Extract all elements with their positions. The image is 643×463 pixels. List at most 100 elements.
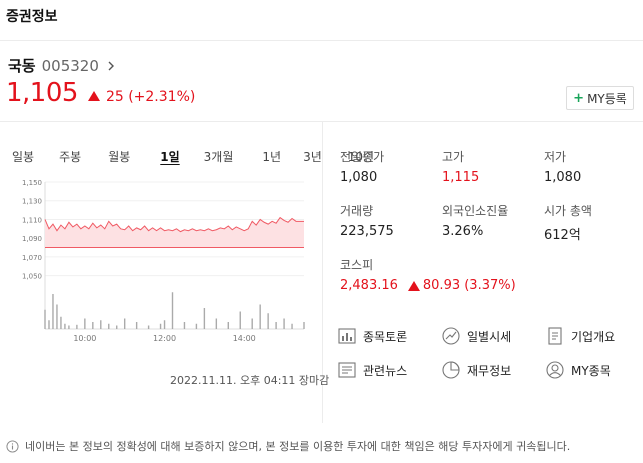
period-tab[interactable]: 3개월 (204, 148, 234, 165)
stat-label: 거래량 (340, 204, 374, 218)
quick-link[interactable]: 일별시세 (441, 326, 511, 346)
quick-link[interactable]: 종목토론 (337, 326, 407, 346)
stat-item: 거래량 223,575 (340, 202, 450, 239)
volume-bar (227, 322, 229, 329)
y-tick-label: 1,070 (22, 254, 42, 262)
y-tick-label: 1,110 (22, 216, 42, 224)
volume-bar (303, 322, 305, 329)
quick-link-label: 재무정보 (467, 363, 512, 378)
market-close-timestamp: 2022.11.11. 오후 04:11 장마감 (170, 374, 330, 387)
chart-bars-icon (338, 328, 356, 344)
my-register-button[interactable]: + MY등록 (566, 86, 634, 110)
top-divider (0, 40, 643, 41)
y-tick-label: 1,090 (22, 235, 42, 243)
volume-bar (56, 304, 58, 329)
volume-bar (291, 323, 293, 329)
stat-value: 3.26% (442, 224, 484, 239)
volume-bar (183, 322, 186, 329)
stock-name-link[interactable]: 국동 005320 (8, 55, 117, 76)
stat-label: 고가 (442, 150, 465, 164)
quick-link[interactable]: 관련뉴스 (337, 360, 407, 380)
volume-bar (275, 322, 277, 329)
volume-bar (116, 325, 118, 329)
stat-value: 1,080 (544, 170, 582, 185)
volume-bar (76, 324, 78, 329)
y-tick-label: 1,050 (22, 273, 42, 281)
stat-value: 1,080 (340, 170, 378, 185)
period-tab[interactable]: 주봉 (59, 148, 81, 165)
info-icon (6, 439, 19, 453)
current-price: 1,105 (6, 78, 78, 108)
stat-item: 외국인소진율 3.26% (442, 202, 552, 239)
stat-label: 전일종가 (340, 150, 385, 164)
volume-bar (267, 313, 269, 329)
index-value: 2,483.16 (340, 278, 398, 293)
volume-bar (239, 311, 241, 329)
stat-item: 전일종가 1,080 (340, 148, 450, 185)
volume-bar (48, 320, 50, 329)
document-icon (548, 327, 562, 345)
volume-bar (100, 320, 102, 329)
volume-bar (147, 325, 150, 329)
disclaimer-text: 네이버는 본 정보의 정확성에 대해 보증하지 않으며, 본 정보를 이용한 투… (25, 440, 571, 453)
stat-value: 612억 (544, 228, 581, 243)
stock-name: 국동 (8, 57, 36, 75)
period-tab[interactable]: 일봉 (12, 148, 34, 165)
stat-label: 저가 (544, 150, 567, 164)
quick-link[interactable]: 기업개요 (545, 326, 615, 346)
period-tab[interactable]: 1일 (160, 148, 179, 165)
x-tick-label: 10:00 (73, 334, 96, 343)
index-block: 코스피 2,483.16 80.93 (3.37%) (340, 256, 516, 293)
volume-bar (283, 318, 285, 329)
period-tab[interactable]: 1년 (262, 148, 281, 165)
y-tick-label: 1,130 (22, 198, 42, 206)
index-values: 2,483.16 80.93 (3.37%) (340, 278, 516, 293)
volume-bar (52, 294, 54, 329)
x-tick-label: 14:00 (233, 334, 256, 343)
price-row: 1,105 25 (+2.31%) (6, 78, 195, 108)
section-title: 증권정보 (6, 9, 58, 25)
volume-bar (84, 318, 86, 329)
volume-bar (108, 323, 110, 329)
up-triangle-icon (407, 280, 420, 291)
quick-link-label: 종목토론 (363, 329, 408, 344)
arc-circle-icon (442, 361, 460, 379)
stat-label: 외국인소진율 (442, 204, 509, 218)
volume-bar (68, 325, 70, 329)
quick-link[interactable]: 재무정보 (441, 360, 511, 380)
up-triangle-icon (87, 91, 100, 101)
my-register-label: MY등록 (587, 91, 627, 106)
volume-bar (123, 318, 126, 329)
volume-bar (159, 323, 162, 329)
period-tab[interactable]: 월봉 (108, 148, 130, 165)
stat-value: 1,115 (442, 170, 480, 185)
stat-item: 시가 총액 612억 (544, 202, 643, 243)
quick-link-label: 관련뉴스 (363, 363, 408, 378)
index-label: 코스피 (340, 258, 374, 272)
chevron-right-icon (108, 61, 114, 70)
stat-value: 223,575 (340, 224, 394, 239)
price-area (45, 217, 304, 248)
quick-link-label: MY종목 (571, 363, 611, 378)
disclaimer-notice: 네이버는 본 정보의 정확성에 대해 보증하지 않으며, 본 정보를 이용한 투… (6, 438, 570, 454)
stock-code: 005320 (41, 56, 99, 75)
volume-bar (259, 304, 261, 329)
trend-circle-icon (442, 327, 460, 345)
x-tick-label: 12:00 (153, 334, 176, 343)
intraday-chart: 1,150 1,130 1,110 1,090 1,070 1,050 10:00 12:00… (22, 179, 305, 343)
volume-bar (64, 323, 66, 329)
person-icon (546, 361, 564, 379)
quick-link-label: 일별시세 (467, 329, 512, 344)
volume-bar (203, 308, 206, 329)
volume-bar (215, 318, 218, 329)
y-tick-label: 1,150 (22, 179, 42, 187)
index-change: 80.93 (3.37%) (422, 278, 516, 293)
quick-link-label: 기업개요 (571, 329, 616, 344)
stat-label: 시가 총액 (544, 204, 592, 218)
stat-item: 저가 1,080 (544, 148, 643, 185)
quick-link[interactable]: MY종목 (545, 360, 611, 380)
period-tab[interactable]: 3년 (303, 148, 322, 165)
volume-bar (195, 323, 198, 329)
period-tabs: 일봉 주봉 월봉 1일 3개월 1년 3년 10년 (12, 148, 374, 165)
volume-bar (135, 322, 138, 329)
